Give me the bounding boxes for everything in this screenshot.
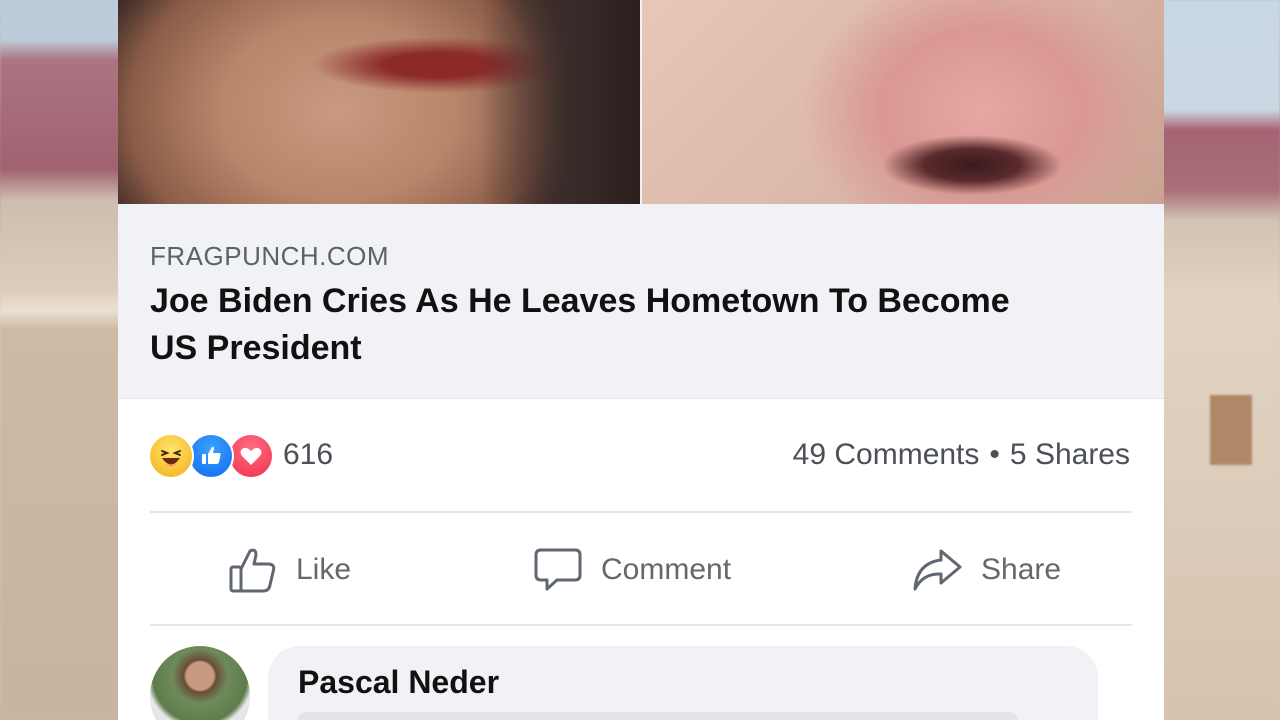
post-card: FRAGPUNCH.COM Joe Biden Cries As He Leav… [118,0,1164,720]
post-stats: 616 49 Comments • 5 Shares [118,420,1164,490]
background-right [1160,0,1280,720]
like-icon [188,433,234,479]
like-button[interactable]: Like [228,540,351,600]
love-icon [228,433,274,479]
link-headline[interactable]: Joe Biden Cries As He Leaves Hometown To… [150,278,1050,372]
preview-image-left [118,0,640,204]
preview-image-right [642,0,1164,204]
comment-button[interactable]: Comment [533,540,731,600]
comment-text-placeholder [298,712,1018,720]
divider [150,624,1132,626]
link-preview-box[interactable]: FRAGPUNCH.COM Joe Biden Cries As He Leav… [118,204,1164,398]
divider [118,398,1164,399]
comment-label: Comment [601,553,732,586]
reaction-count[interactable]: 616 [283,438,333,472]
link-preview-images[interactable] [118,0,1164,204]
comments-shares-summary: 49 Comments • 5 Shares [793,438,1130,472]
stats-separator: • [989,438,1000,471]
thumbs-up-icon [229,548,276,593]
share-label: Share [981,553,1062,586]
post-actions: Like Comment Share [118,530,1164,608]
comment-icon [534,548,582,591]
comments-count[interactable]: 49 Comments [793,438,980,471]
like-label: Like [296,553,352,586]
divider [150,511,1132,513]
share-arrow-icon [913,549,962,591]
comment-bubble[interactable]: Pascal Neder [268,646,1098,720]
shares-count[interactable]: 5 Shares [1010,438,1130,471]
avatar[interactable] [150,646,250,720]
comment-author[interactable]: Pascal Neder [298,664,499,701]
background-left [0,0,125,720]
haha-icon [148,433,194,479]
link-domain: FRAGPUNCH.COM [150,241,390,271]
comment-item: Pascal Neder [118,644,1164,720]
share-button[interactable]: Share [911,540,1061,600]
